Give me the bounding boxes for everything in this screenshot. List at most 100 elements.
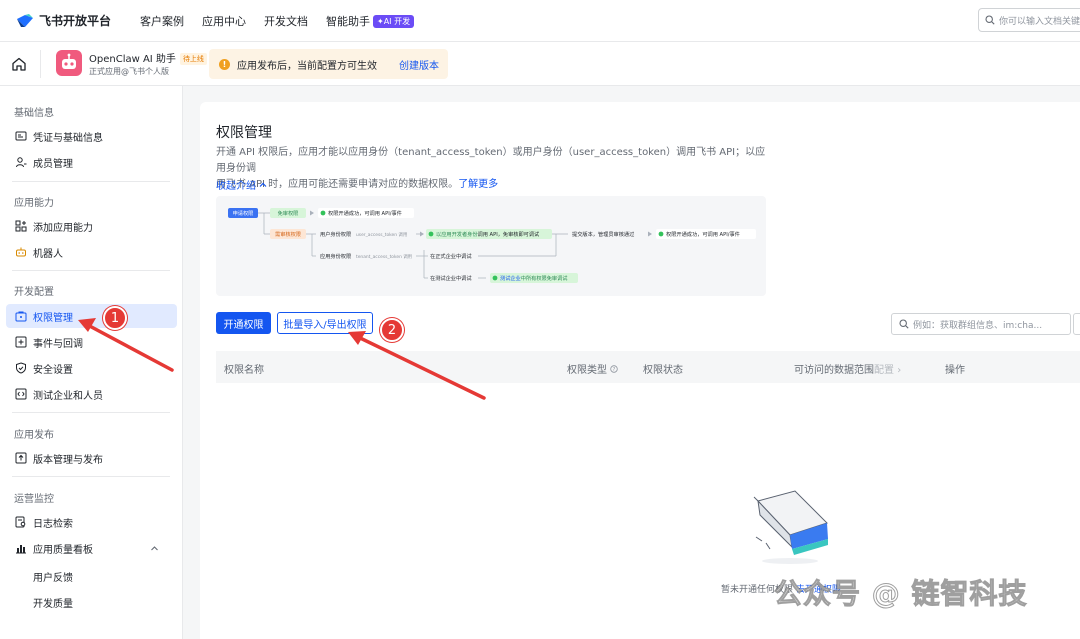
logo-text: 飞书开放平台 bbox=[39, 14, 112, 28]
svg-text:?: ? bbox=[613, 367, 616, 373]
sidebar-item-add-ability[interactable]: 添加应用能力 bbox=[6, 214, 177, 238]
column-permission-type: 权限类型 ? bbox=[567, 361, 618, 376]
flow-text-app-perm: 应用身份权限 bbox=[320, 252, 351, 260]
flow-text-app-token: tenant_access_token 调用 bbox=[356, 253, 412, 260]
enable-permission-button[interactable]: 开通权限 bbox=[216, 312, 271, 334]
app-avatar bbox=[56, 50, 82, 76]
sidebar-item-versions[interactable]: 版本管理与发布 bbox=[6, 446, 177, 470]
search-icon bbox=[985, 15, 995, 25]
learn-more-link[interactable]: 了解更多 bbox=[458, 179, 498, 190]
sidebar-section-ops: 运营监控 bbox=[14, 494, 54, 505]
app-subtitle: 正式应用@飞书个人版 bbox=[89, 67, 169, 76]
sidebar-item-label: 权限管理 bbox=[33, 312, 73, 324]
sidebar-item-events[interactable]: 事件与回调 bbox=[6, 330, 177, 354]
sidebar-section-publish: 应用发布 bbox=[14, 430, 54, 441]
scope-config-link[interactable]: 配置 bbox=[874, 365, 894, 376]
home-icon[interactable] bbox=[10, 55, 28, 73]
nav-smart-assistant[interactable]: 智能助手 ✦AI 开发 bbox=[326, 13, 415, 29]
column-data-scope: 可访问的数据范围配置 › bbox=[794, 361, 901, 376]
flow-text-formal-test: 在正式企业中调试 bbox=[430, 252, 472, 260]
id-card-icon bbox=[15, 131, 27, 141]
chevron-up-icon[interactable] bbox=[150, 544, 159, 553]
flow-text-test-result: 测试企业中所有权限免审调试 bbox=[500, 274, 568, 282]
user-icon bbox=[16, 157, 27, 168]
sidebar-item-logs[interactable]: 日志检索 bbox=[6, 510, 177, 534]
column-data-scope-label: 可访问的数据范围 bbox=[794, 365, 874, 376]
feishu-logo-icon bbox=[17, 13, 33, 27]
sidebar-item-members[interactable]: 成员管理 bbox=[6, 150, 177, 174]
permission-search-input[interactable]: 例如：获取群组信息、im:cha... bbox=[891, 313, 1071, 335]
grid-add-icon bbox=[15, 220, 27, 232]
create-version-link[interactable]: 创建版本 bbox=[399, 57, 439, 72]
publish-notice: ! 应用发布后，当前配置方可生效 创建版本 bbox=[209, 49, 448, 79]
collapse-intro-toggle[interactable]: 收起介绍 bbox=[216, 177, 267, 192]
flow-text-test-env: 在测试企业中调试 bbox=[430, 274, 472, 282]
page-description: 开通 API 权限后，应用才能以应用身份（tenant_access_token… bbox=[216, 145, 766, 193]
bar-chart-icon bbox=[16, 545, 26, 554]
divider bbox=[12, 412, 170, 413]
sidebar-section-abilities: 应用能力 bbox=[14, 198, 54, 209]
permission-table-header: 权限名称 权限类型 ? 权限状态 可访问的数据范围配置 › 操作 bbox=[216, 351, 1080, 383]
filter-button[interactable] bbox=[1073, 313, 1080, 335]
flow-text-final: 权限开通成功，可调用 API/事件 bbox=[666, 230, 740, 238]
collapse-intro-label: 收起介绍 bbox=[216, 181, 256, 192]
sidebar-item-bot[interactable]: 机器人 bbox=[6, 240, 177, 264]
sidebar-subitem-dev-quality[interactable]: 开发质量 bbox=[33, 595, 73, 610]
column-permission-name: 权限名称 bbox=[224, 365, 264, 376]
description-line-1: 开通 API 权限后，应用才能以应用身份（tenant_access_token… bbox=[216, 147, 766, 174]
bot-icon bbox=[16, 247, 26, 257]
lock-box-icon bbox=[15, 311, 27, 322]
nav-app-center[interactable]: 应用中心 bbox=[202, 13, 246, 29]
warning-icon: ! bbox=[219, 58, 230, 70]
empty-state-illustration bbox=[753, 490, 828, 564]
divider bbox=[12, 476, 170, 477]
sidebar-item-label: 凭证与基础信息 bbox=[33, 132, 103, 144]
flow-text-user-result: 以应用开发者身份调用 API，免审核即可调试 bbox=[436, 230, 540, 238]
sidebar-item-label: 添加应用能力 bbox=[33, 222, 93, 234]
sidebar-item-label: 事件与回调 bbox=[33, 338, 83, 350]
logo[interactable]: 飞书开放平台 bbox=[16, 12, 140, 29]
sidebar-item-label: 机器人 bbox=[33, 248, 63, 260]
sidebar-item-credentials[interactable]: 凭证与基础信息 bbox=[6, 124, 177, 148]
notice-text: 应用发布后，当前配置方可生效 bbox=[237, 60, 377, 72]
permission-flow-diagram: 申请权限 免审权限 权限开通成功，可调用 API/事件 需审核权限 用户身份权限… bbox=[216, 196, 766, 296]
flow-text-user-token: user_access_token 调用 bbox=[356, 231, 407, 238]
sidebar-item-label: 版本管理与发布 bbox=[33, 454, 103, 466]
flow-text-free-result: 权限开通成功，可调用 API/事件 bbox=[328, 209, 402, 217]
app-name-text: OpenClaw AI 助手 bbox=[89, 54, 176, 65]
nav-customer-cases[interactable]: 客户案例 bbox=[140, 13, 184, 29]
flow-text-submit: 提交版本，管理员审核通过 bbox=[572, 230, 634, 238]
upload-box-icon bbox=[15, 452, 27, 464]
chevron-right-icon: › bbox=[897, 365, 902, 376]
permissions-panel: 权限管理 开通 API 权限后，应用才能以应用身份（tenant_access_… bbox=[200, 102, 1080, 639]
sidebar-item-quality-board[interactable]: 应用质量看板 bbox=[6, 536, 177, 560]
sidebar: 基础信息 凭证与基础信息 成员管理 应用能力 添加应用能力 机器人 开发配置 权… bbox=[0, 86, 183, 639]
nav-smart-assistant-label: 智能助手 bbox=[326, 14, 370, 28]
divider bbox=[12, 270, 170, 271]
app-header: OpenClaw AI 助手 待上线 正式应用@飞书个人版 ! 应用发布后，当前配… bbox=[0, 42, 1080, 86]
log-search-icon bbox=[15, 516, 26, 528]
sidebar-item-label: 成员管理 bbox=[33, 158, 73, 170]
sidebar-item-label: 应用质量看板 bbox=[33, 544, 93, 556]
column-actions: 操作 bbox=[945, 365, 965, 376]
nav-dev-docs[interactable]: 开发文档 bbox=[264, 13, 308, 29]
flow-text-user-perm: 用户身份权限 bbox=[320, 230, 351, 238]
annotation-badge-2: 2 bbox=[380, 318, 404, 342]
status-badge: 待上线 bbox=[179, 53, 207, 65]
column-permission-type-label: 权限类型 bbox=[567, 365, 607, 376]
ai-dev-badge: ✦AI 开发 bbox=[373, 14, 415, 28]
sidebar-item-test-enterprise[interactable]: 测试企业和人员 bbox=[6, 382, 177, 406]
doc-search-input[interactable]: 你可以输入文档关键 bbox=[978, 8, 1080, 32]
sidebar-section-basic: 基础信息 bbox=[14, 108, 54, 119]
flow-text-review: 需审核权限 bbox=[275, 230, 301, 238]
flow-text-apply: 申请权限 bbox=[233, 209, 254, 217]
search-icon bbox=[899, 319, 909, 329]
sidebar-item-security[interactable]: 安全设置 bbox=[6, 356, 177, 380]
help-icon[interactable]: ? bbox=[610, 365, 618, 373]
code-box-icon bbox=[15, 388, 27, 400]
sidebar-item-permissions[interactable]: 权限管理 bbox=[6, 304, 177, 328]
sidebar-subitem-feedback[interactable]: 用户反馈 bbox=[33, 569, 73, 584]
annotation-badge-1: 1 bbox=[103, 306, 127, 330]
watermark: 公众号 @ 链智科技 bbox=[774, 577, 1028, 611]
batch-import-export-button[interactable]: 批量导入/导出权限 bbox=[277, 312, 373, 334]
